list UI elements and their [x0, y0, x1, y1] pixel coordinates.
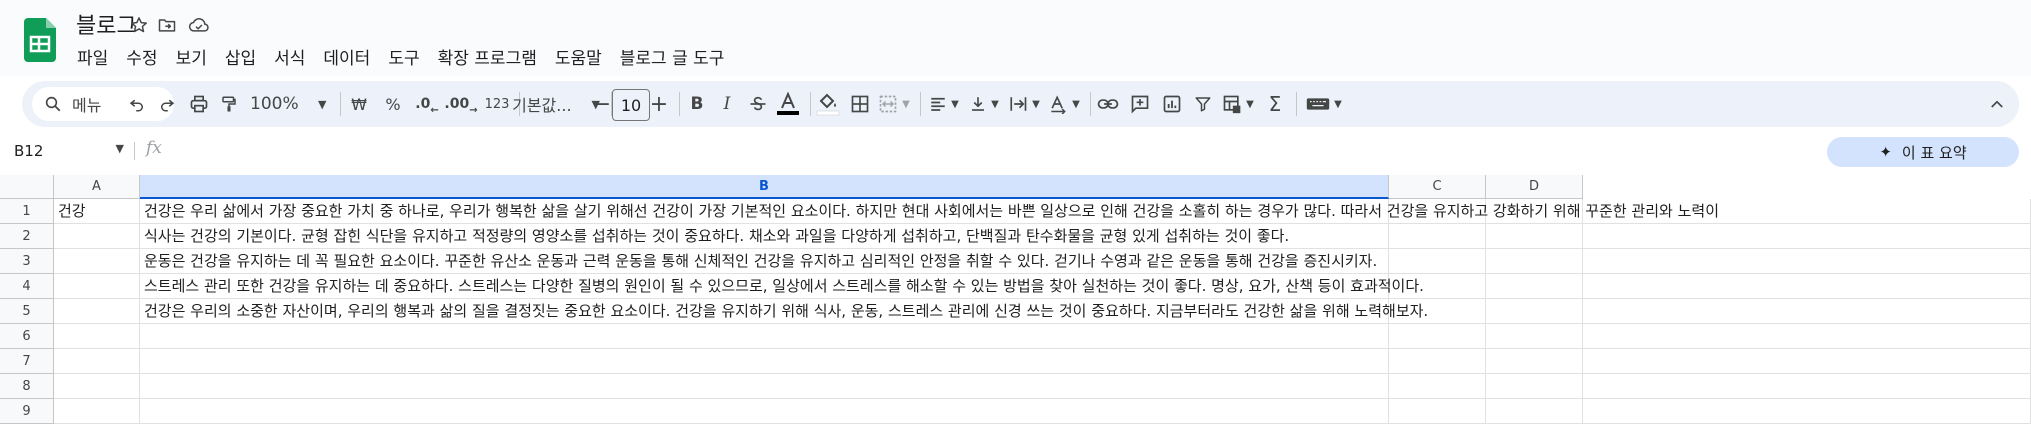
increase-decimal[interactable]: .00 → — [444, 81, 478, 127]
text-wrapping-icon[interactable]: ▼ — [1004, 81, 1044, 127]
filter-icon[interactable] — [1188, 81, 1218, 127]
vertical-align-icon[interactable]: ▼ — [964, 81, 1004, 127]
menu-help[interactable]: 도움말 — [546, 42, 611, 70]
spreadsheet-grid: A B C D 1 건강 건강은 우리 삶에서 가장 중요한 가치 중 하나로, 우… — [0, 175, 2031, 442]
row-header[interactable]: 5 — [0, 299, 54, 324]
redo-icon[interactable] — [152, 81, 182, 127]
cell-text-b — [140, 399, 2031, 424]
increase-font-size-icon[interactable]: + — [644, 81, 674, 127]
row-header[interactable]: 4 — [0, 274, 54, 299]
search-label: 메뉴 — [72, 96, 102, 115]
row-header[interactable]: 3 — [0, 249, 54, 274]
menu-data[interactable]: 데이터 — [314, 42, 379, 70]
cell-text-a — [54, 374, 140, 399]
move-to-folder-icon[interactable] — [154, 12, 180, 38]
menu-extensions[interactable]: 확장 프로그램 — [429, 42, 546, 70]
name-box[interactable]: B12 ▼ — [14, 140, 124, 162]
menu-view[interactable]: 보기 — [167, 42, 216, 70]
title-bar: 블로그 파일 수정 보기 삽입 서식 데이터 도구 확장 프로그램 도움말 블로… — [0, 0, 2031, 76]
collapse-toolbar-icon[interactable] — [1982, 81, 2012, 127]
formula-input[interactable] — [180, 138, 1810, 164]
search-icon — [45, 96, 61, 112]
print-icon[interactable] — [184, 81, 214, 127]
chevron-down-icon: ▼ — [115, 142, 124, 155]
row-header[interactable]: 7 — [0, 349, 54, 374]
font-value: 기본값... — [512, 96, 572, 115]
star-icon[interactable] — [126, 12, 152, 38]
cell-text-a — [54, 399, 140, 424]
menu-bar: 파일 수정 보기 삽입 서식 데이터 도구 확장 프로그램 도움말 블로그 글 … — [68, 42, 733, 70]
chevron-down-icon: ▼ — [318, 97, 327, 111]
cell-text-b: 건강은 우리 삶에서 가장 중요한 가치 중 하나로, 우리가 행복한 삶을 살… — [144, 202, 1719, 220]
menu-format[interactable]: 서식 — [265, 42, 314, 70]
cell-text-b: 스트레스 관리 또한 건강을 유지하는 데 중요하다. 스트레스는 다양한 질병… — [144, 277, 1424, 295]
borders-icon[interactable] — [844, 81, 876, 127]
menu-tools[interactable]: 도구 — [379, 42, 428, 70]
fill-color-icon[interactable] — [812, 81, 844, 127]
summarize-label: 이 표 요약 — [1901, 143, 1967, 162]
sheets-logo-icon[interactable] — [24, 18, 56, 62]
insert-link-icon[interactable] — [1092, 81, 1124, 127]
cell-text-a — [54, 274, 140, 299]
cell-text-a — [54, 249, 140, 274]
cell-text-b — [140, 324, 2031, 349]
menu-blog-tools[interactable]: 블로그 글 도구 — [611, 42, 734, 70]
insert-comment-icon[interactable] — [1124, 81, 1156, 127]
cell-text-b — [140, 349, 2031, 374]
column-header-b[interactable]: B — [140, 175, 1389, 199]
filter-views-icon[interactable]: ▼ — [1218, 81, 1258, 127]
italic-icon[interactable]: I — [712, 81, 742, 127]
cloud-status-icon[interactable] — [186, 12, 212, 38]
column-header-d[interactable]: D — [1486, 175, 1583, 199]
menu-edit[interactable]: 수정 — [117, 42, 166, 70]
column-header-c[interactable]: C — [1389, 175, 1486, 199]
decrease-decimal[interactable]: .0 ← — [410, 81, 444, 127]
undo-icon[interactable] — [122, 81, 152, 127]
cell-text-a — [54, 224, 140, 249]
strikethrough-icon[interactable] — [742, 81, 774, 127]
text-color-icon[interactable] — [772, 81, 804, 127]
bold-icon[interactable]: B — [682, 81, 712, 127]
function-icon: fx — [146, 138, 162, 158]
menu-insert[interactable]: 삽입 — [216, 42, 265, 70]
row-header[interactable]: 9 — [0, 399, 54, 424]
cell-reference: B12 — [14, 142, 44, 160]
font-select[interactable]: 기본값... ▼ — [492, 81, 600, 127]
cell-text-a — [54, 349, 140, 374]
paint-format-icon[interactable] — [214, 81, 244, 127]
cell-text-b: 식사는 건강의 기본이다. 균형 잡힌 식단을 유지하고 적정량의 영양소를 섭… — [144, 227, 1290, 245]
row-header[interactable]: 8 — [0, 374, 54, 399]
text-rotation-icon[interactable]: ▼ — [1044, 81, 1084, 127]
cell-text-a — [54, 324, 140, 349]
toolbar: 메뉴 100% ▼ ₩ % .0 ← .00 → 123 기본값... ▼ − 10… — [22, 81, 2019, 127]
cell-text-b: 건강은 우리의 소중한 자산이며, 우리의 행복과 삶의 질을 결정짓는 중요한… — [144, 302, 1429, 320]
cell-text-b — [140, 374, 2031, 399]
cell-text-a: 건강 — [58, 202, 86, 220]
menu-file[interactable]: 파일 — [68, 42, 117, 70]
input-tools-icon[interactable]: ▼ — [1300, 81, 1348, 127]
row-header[interactable]: 6 — [0, 324, 54, 349]
row-header[interactable]: 2 — [0, 224, 54, 249]
formula-bar: B12 ▼ fx ✦ 이 표 요약 — [0, 134, 2031, 168]
currency-format[interactable]: ₩ — [344, 81, 374, 127]
summarize-table-button[interactable]: ✦ 이 표 요약 — [1827, 137, 2019, 167]
row-header[interactable]: 1 — [0, 199, 54, 224]
functions-icon[interactable]: Σ — [1260, 81, 1290, 127]
select-all-corner[interactable] — [0, 175, 54, 199]
merge-cells-icon[interactable]: ▼ — [874, 81, 914, 127]
insert-chart-icon[interactable] — [1156, 81, 1188, 127]
column-header-a[interactable]: A — [54, 175, 140, 199]
horizontal-align-icon[interactable]: ▼ — [924, 81, 964, 127]
percent-format[interactable]: % — [378, 81, 408, 127]
sparkle-icon: ✦ — [1879, 143, 1892, 161]
cell-text-b: 운동은 건강을 유지하는 데 꼭 필요한 요소이다. 꾸준한 유산소 운동과 근… — [144, 252, 1378, 270]
zoom-value: 100% — [250, 94, 299, 114]
cell-text-a — [54, 299, 140, 324]
